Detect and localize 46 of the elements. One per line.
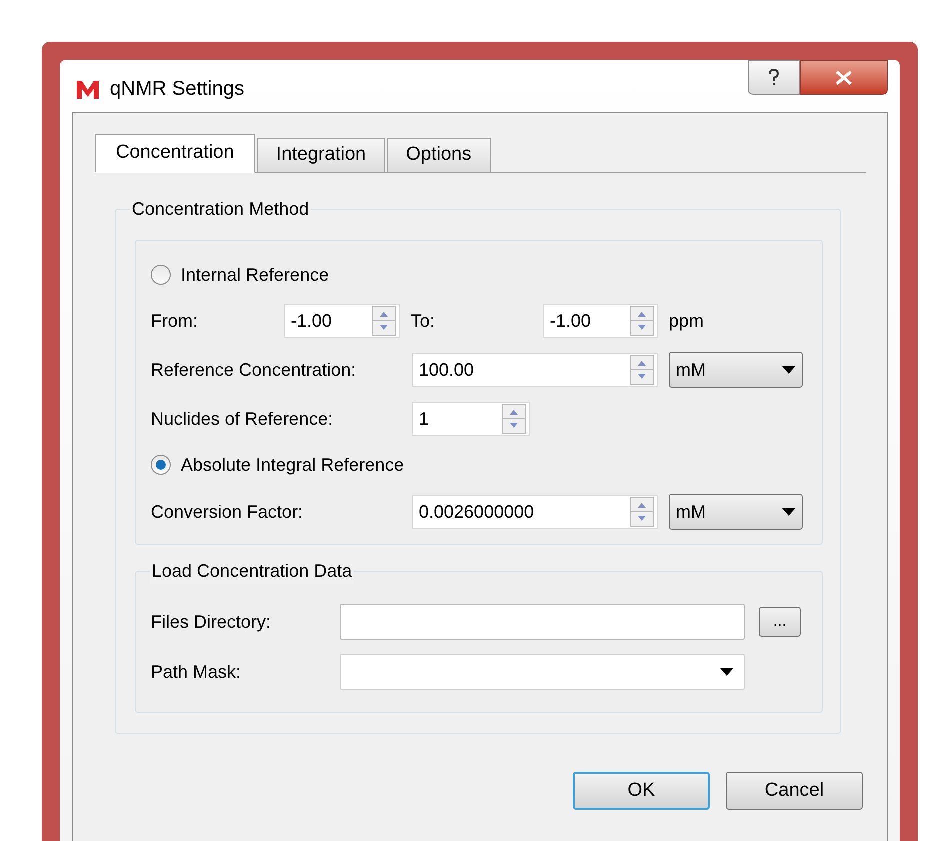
spin-box[interactable]: 1 <box>412 402 530 436</box>
spin-value: 0.0026000000 <box>419 500 536 524</box>
spin-value: 100.00 <box>419 358 476 382</box>
field-label: To: <box>411 310 436 332</box>
field-label: From: <box>151 310 199 332</box>
field-label: Conversion Factor: <box>151 500 304 524</box>
spin-box[interactable]: 0.0026000000 <box>412 495 658 529</box>
spin-arrows-icon[interactable] <box>630 497 654 527</box>
radio-button[interactable] <box>151 265 171 285</box>
app-logo-icon <box>76 78 100 100</box>
radio-button[interactable] <box>151 455 171 475</box>
tab[interactable]: Concentration <box>95 134 256 173</box>
spin-box[interactable]: -1.00 <box>543 304 658 338</box>
caret-icon <box>782 508 796 516</box>
dialog-button[interactable]: Cancel <box>726 772 863 810</box>
spin-box[interactable]: -1.00 <box>284 304 400 338</box>
radio-label: Internal Reference <box>181 264 330 286</box>
close-button[interactable] <box>800 60 888 95</box>
unit-dropdown[interactable]: mM <box>669 352 803 388</box>
dialog-button[interactable]: OK <box>573 772 710 810</box>
radio-label: Absolute Integral Reference <box>181 454 404 477</box>
spin-value: -1.00 <box>291 310 334 332</box>
spin-box[interactable]: 100.00 <box>412 353 658 387</box>
spin-value: -1.00 <box>550 310 592 332</box>
caret-icon <box>782 366 796 374</box>
spin-value: 1 <box>419 408 430 430</box>
spin-arrows-icon[interactable] <box>630 355 654 385</box>
field-label: Path Mask: <box>151 660 242 684</box>
spin-arrows-icon[interactable] <box>630 306 654 336</box>
field-label: ppm <box>669 310 704 333</box>
field-label: Reference Concentration: <box>151 358 358 382</box>
window-title: qNMR Settings <box>110 77 244 102</box>
browse-button[interactable]: ... <box>759 607 801 637</box>
unit-dropdown[interactable]: mM <box>669 494 803 530</box>
field-label: Files Directory: <box>151 610 272 634</box>
directory-field[interactable] <box>340 604 745 640</box>
caret-icon <box>720 668 734 676</box>
help-button[interactable] <box>748 60 800 95</box>
spin-arrows-icon[interactable] <box>502 404 526 434</box>
tab[interactable]: Integration <box>257 138 386 172</box>
field-label: Nuclides of Reference: <box>151 408 334 430</box>
close-icon <box>835 70 853 84</box>
path-mask-dropdown[interactable] <box>340 654 745 690</box>
tab[interactable]: Options <box>387 138 491 172</box>
spin-arrows-icon[interactable] <box>372 306 396 336</box>
help-icon <box>768 68 780 86</box>
